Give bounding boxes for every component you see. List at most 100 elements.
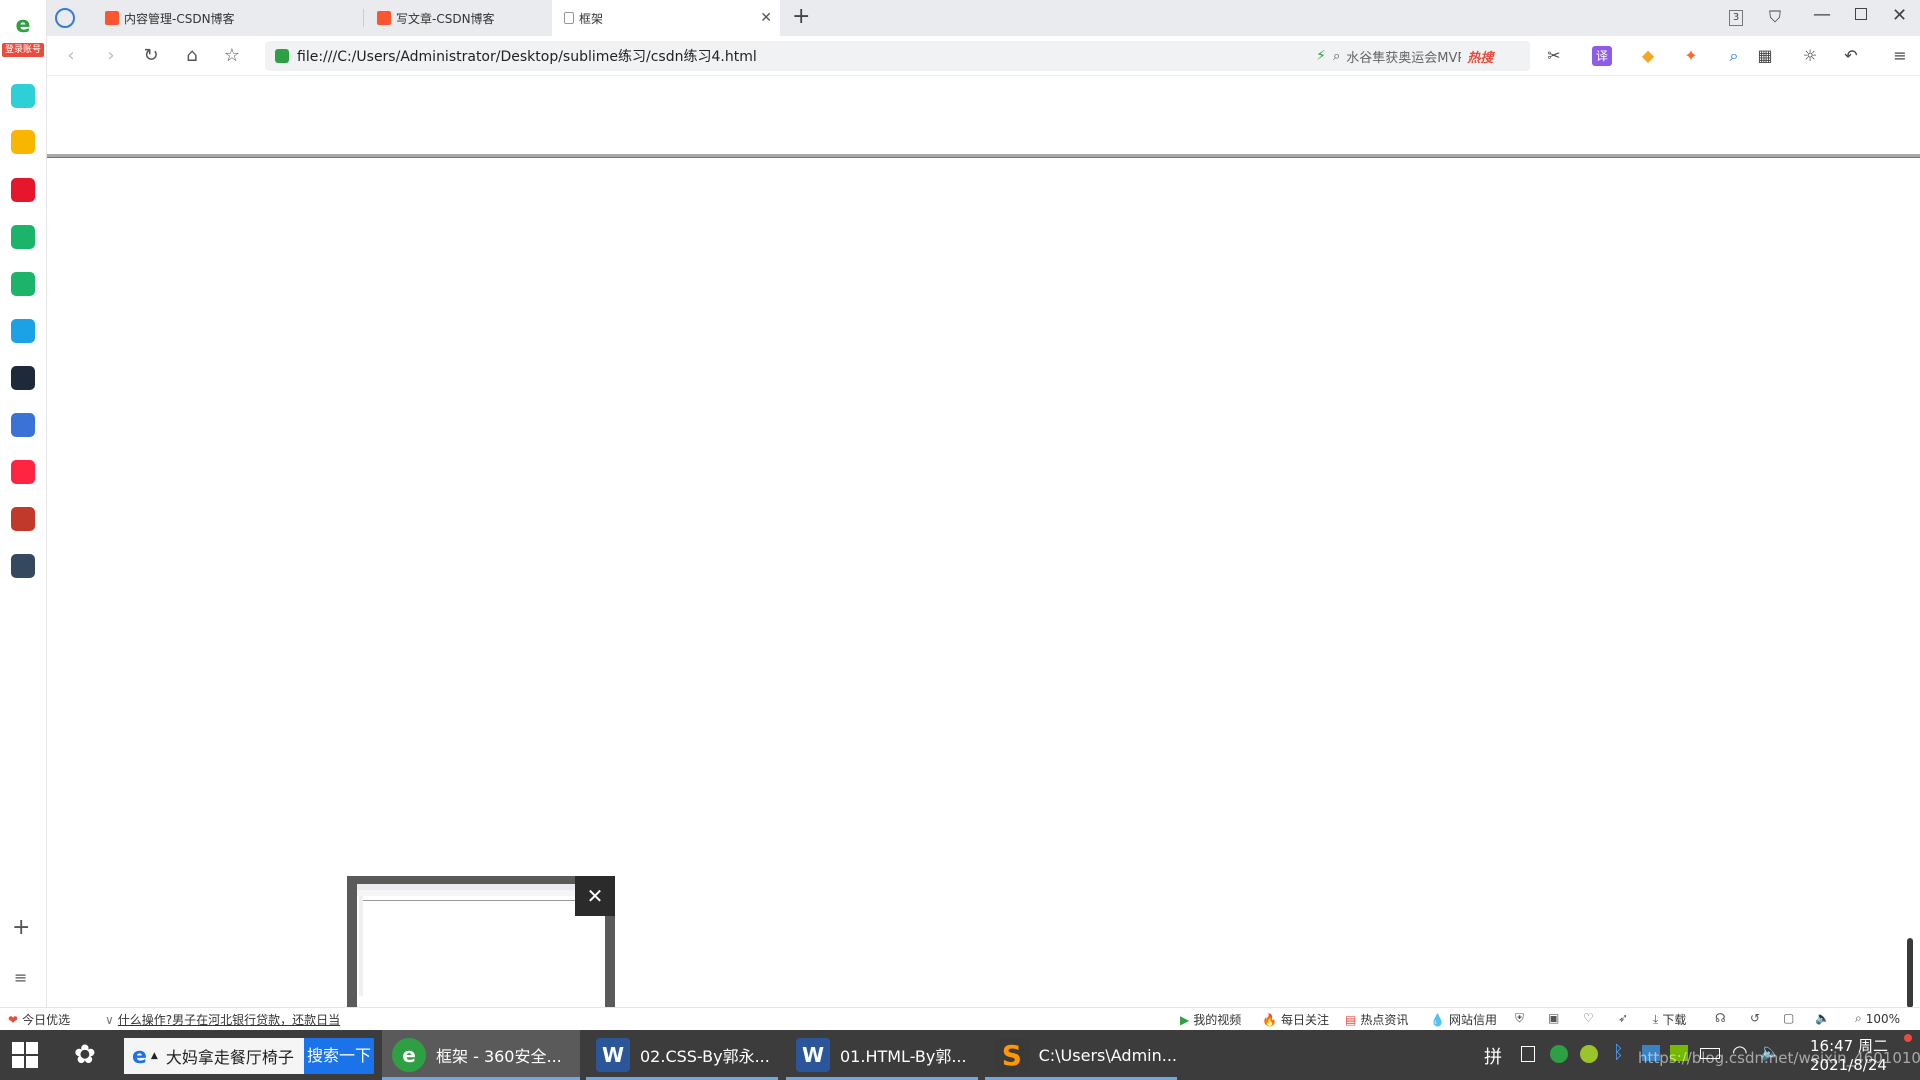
site-credit[interactable]: 💧 网站信用 (1430, 1011, 1497, 1028)
browser-logo-icon[interactable]: e (9, 14, 37, 38)
ie-icon: e (132, 1043, 147, 1069)
weibo-icon[interactable] (11, 178, 35, 202)
secure-shield-icon (275, 49, 289, 63)
tab-title: 内容管理-CSDN博客 (124, 11, 235, 26)
site-credit-label: 网站信用 (1448, 1013, 1497, 1027)
compass-icon[interactable] (55, 8, 75, 28)
watermark: https://blog.csdn.net/weixin_46010101 (1638, 1049, 1920, 1067)
add-icon[interactable] (11, 84, 35, 108)
p-app-icon[interactable] (11, 319, 35, 343)
daily-follow-label: 每日关注 (1280, 1013, 1329, 1027)
add-icon[interactable]: + (12, 915, 30, 940)
360-browser-icon: e (392, 1038, 426, 1072)
brightness-icon[interactable]: ☼ (1800, 46, 1820, 66)
word-icon: W (596, 1038, 630, 1072)
task-word-html[interactable]: W 01.HTML-By郭... (786, 1030, 978, 1080)
hot-news-label: 热点资讯 (1360, 1013, 1409, 1027)
fire-icon: 🔥 (1262, 1012, 1277, 1027)
home-icon[interactable]: ⌂ (180, 44, 204, 68)
scissors-icon[interactable]: ✂ (1544, 46, 1564, 66)
shield-status-icon[interactable]: ⛨ (1515, 1011, 1524, 1026)
task-label: 01.HTML-By郭... (840, 1047, 967, 1066)
video-icon: ▶ (1180, 1012, 1190, 1027)
headset-icon[interactable]: ☊ (1715, 1011, 1726, 1025)
taskbar-search-button[interactable]: 搜索一下 (304, 1038, 374, 1074)
login-badge[interactable]: 登录账号 (2, 43, 44, 57)
my-videos-label: 我的视频 (1193, 1013, 1242, 1027)
image-icon[interactable]: ▣ (1548, 1011, 1559, 1025)
bluetooth-icon[interactable]: ᛒ (1613, 1042, 1624, 1063)
close-tab-icon[interactable]: ✕ (760, 10, 772, 26)
copy-icon[interactable] (1521, 1046, 1535, 1062)
news-icon[interactable] (11, 366, 35, 390)
close-window-icon[interactable]: ✕ (1892, 5, 1907, 26)
tray-360-icon[interactable] (1550, 1045, 1568, 1063)
minimize-icon[interactable]: — (1813, 4, 1831, 25)
task-label: 02.CSS-By郭永... (640, 1047, 770, 1066)
game-icon[interactable] (11, 507, 35, 531)
volume-icon[interactable]: 🔈 (1815, 1011, 1830, 1025)
tab-title: 写文章-CSDN博客 (396, 11, 495, 26)
close-preview-icon[interactable]: ✕ (575, 876, 615, 916)
menu-icon[interactable]: ≡ (1890, 46, 1910, 66)
search-box[interactable]: ⌕ 水谷隼获奥运会MVP 热搜 (1325, 41, 1530, 71)
task-view-icon[interactable]: ✿ (74, 1040, 96, 1070)
zoom-label: 100% (1865, 1011, 1901, 1026)
task-sublime[interactable]: S C:\Users\Admin... (985, 1030, 1177, 1080)
rocket-icon[interactable]: ➶ (1618, 1011, 1628, 1025)
daily-follow[interactable]: 🔥 每日关注 (1262, 1011, 1329, 1028)
my-videos[interactable]: ▶ 我的视频 (1180, 1011, 1241, 1028)
undo-icon[interactable]: ↶ (1841, 46, 1861, 66)
coupon-icon[interactable]: ◆ (1638, 46, 1658, 66)
game2-icon[interactable] (11, 554, 35, 578)
tab-bar: 内容管理-CSDN博客 写文章-CSDN博客 框架 ✕ + 3 ⛉ — ✕ (47, 0, 1920, 36)
download[interactable]: ⤓ 下载 (1653, 1011, 1686, 1028)
hot-search-label[interactable]: 热搜 (1467, 47, 1493, 66)
hot-news[interactable]: ▤ 热点资讯 (1345, 1011, 1408, 1028)
refresh-icon[interactable]: ↻ (139, 44, 163, 68)
preview-thumbnail[interactable] (357, 884, 605, 1022)
skin-icon[interactable]: ⛉ (1769, 7, 1781, 27)
xiaohongshu-icon[interactable] (11, 460, 35, 484)
restore-icon[interactable] (1855, 8, 1867, 20)
star-icon[interactable] (11, 130, 35, 154)
tray-guard-icon[interactable] (1580, 1045, 1598, 1063)
address-bar[interactable]: file:///C:/Users/Administrator/Desktop/s… (265, 41, 1358, 71)
window-icon[interactable]: ▢ (1783, 1011, 1794, 1025)
bookmark-star-icon[interactable]: ☆ (220, 44, 244, 68)
task-word-css[interactable]: W 02.CSS-By郭永... (586, 1030, 778, 1080)
new-tab-icon[interactable]: + (792, 4, 810, 29)
news-ticker[interactable]: ∨ 什么操作?男子在河北银行贷款，还款日当 (105, 1011, 340, 1028)
windows-start-icon[interactable] (12, 1042, 38, 1068)
ime-indicator[interactable]: 拼 (1484, 1043, 1502, 1069)
tab-content-management[interactable]: 内容管理-CSDN博客 (93, 0, 363, 36)
today-picks[interactable]: ❤ 今日优选 (8, 1011, 70, 1028)
address-url[interactable]: file:///C:/Users/Administrator/Desktop/s… (297, 46, 757, 66)
search-input[interactable]: 水谷隼获奥运会MVP (1346, 47, 1461, 66)
scrollbar[interactable] (1907, 938, 1913, 1008)
task-360-browser[interactable]: e 框架 - 360安全... (382, 1030, 580, 1080)
apps-grid-icon[interactable]: ▦ (1755, 46, 1775, 66)
health-icon[interactable]: ♡ (1583, 1011, 1594, 1025)
zoom-control[interactable]: ⌕ 100% (1855, 1011, 1900, 1026)
tab-framework[interactable]: 框架 ✕ (552, 0, 780, 36)
cloud-icon[interactable] (11, 272, 35, 296)
forward-icon[interactable]: › (99, 44, 123, 68)
chevron-icon: ∨ (105, 1012, 114, 1027)
translate-icon[interactable]: 译 (1592, 46, 1612, 66)
taskbar-search-box[interactable]: e ▲ 大妈拿走餐厅椅子 (124, 1038, 304, 1074)
taskbar-search-input[interactable]: 大妈拿走餐厅椅子 (166, 1044, 294, 1068)
zoom-icon: ⌕ (1855, 1011, 1862, 1025)
refresh-status-icon[interactable]: ↺ (1750, 1011, 1760, 1025)
find-icon[interactable]: ⌕ (1724, 46, 1744, 66)
doc-icon[interactable] (11, 413, 35, 437)
game-toolbar-icon[interactable]: ✦ (1681, 46, 1701, 66)
back-icon[interactable]: ‹ (59, 44, 83, 68)
tab-count-badge[interactable]: 3 (1729, 10, 1743, 26)
mail-icon[interactable] (11, 225, 35, 249)
left-sidebar: e 登录账号 + ≡ (0, 0, 47, 1030)
tab-title: 框架 (579, 11, 604, 26)
news-ticker-text[interactable]: 什么操作?男子在河北银行贷款，还款日当 (118, 1011, 340, 1028)
notification-icon[interactable] (1904, 1034, 1912, 1042)
list-icon[interactable]: ≡ (14, 968, 27, 987)
